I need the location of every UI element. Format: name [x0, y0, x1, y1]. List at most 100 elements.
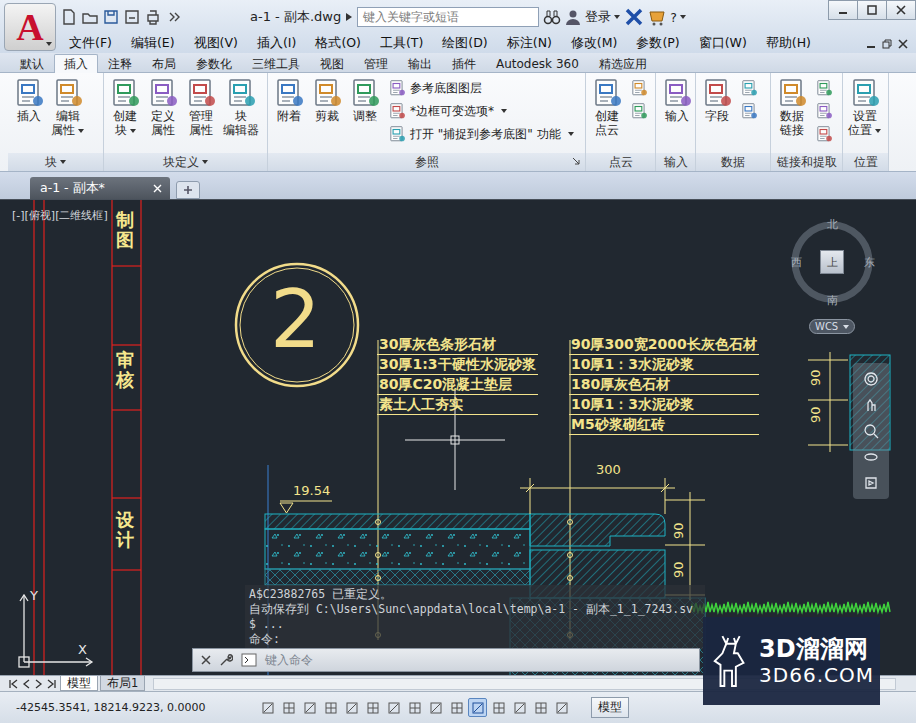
status-toggle[interactable] [531, 698, 550, 717]
ribbon-button[interactable]: 块编辑器 [221, 77, 261, 137]
compass-north[interactable]: 北 [827, 217, 838, 232]
dialog-launcher-icon[interactable] [572, 157, 581, 166]
status-toggle[interactable] [510, 698, 529, 717]
close-tab-icon[interactable] [153, 184, 162, 193]
menu-item[interactable]: 插入(I) [249, 35, 304, 52]
menu-item[interactable]: 文件(F) [61, 35, 120, 52]
compass-south[interactable]: 南 [827, 293, 838, 308]
model-space-button[interactable]: 模型 [591, 697, 629, 718]
app-store-icon[interactable] [648, 8, 666, 26]
ribbon-small-button[interactable] [815, 125, 833, 143]
command-line[interactable]: 键入命令 [192, 648, 700, 672]
compass-east[interactable]: 东 [864, 255, 875, 270]
status-toggle[interactable] [342, 698, 361, 717]
search-arrow-icon[interactable] [345, 12, 353, 22]
layout-nav-icon[interactable] [34, 679, 45, 689]
binoculars-icon[interactable] [543, 9, 561, 25]
ribbon-button[interactable]: 创建块 [107, 77, 143, 137]
exchange-apps-icon[interactable] [624, 8, 644, 26]
status-toggle[interactable] [426, 698, 445, 717]
drawing-canvas[interactable]: [-][俯视][二维线框]制图审核设计230厚灰色条形石材30厚1:3干硬性水泥… [0, 200, 916, 675]
ribbon-tab[interactable]: 参数化 [186, 54, 242, 73]
navigation-tool-icon[interactable] [863, 371, 879, 387]
status-toggle[interactable] [258, 698, 277, 717]
ribbon-small-button[interactable] [740, 79, 758, 97]
layout-nav-icon[interactable] [47, 679, 58, 689]
compass-west[interactable]: 西 [791, 255, 802, 270]
ribbon-small-button[interactable]: 参考底图图层 [388, 79, 574, 97]
ribbon-button[interactable]: 调整 [347, 77, 383, 123]
ribbon-button[interactable]: 编辑属性 [49, 77, 86, 137]
application-menu-button[interactable]: A [4, 3, 56, 51]
doc-minimize-icon[interactable] [866, 39, 876, 49]
ribbon-small-button[interactable]: 打开 "捕捉到参考底图" 功能 [388, 125, 574, 143]
layout-nav-icon[interactable] [8, 679, 19, 689]
minimize-button[interactable] [828, 0, 858, 20]
search-box[interactable]: 键入关键字或短语 [357, 7, 539, 27]
ribbon-tab[interactable]: 注释 [98, 54, 142, 73]
navigation-tool-icon[interactable] [863, 397, 879, 413]
ribbon-button[interactable]: 创建点云 [589, 77, 625, 137]
ribbon-group-title[interactable]: 块定义 [104, 153, 267, 171]
ribbon-small-button[interactable] [630, 79, 648, 97]
ribbon-tab[interactable]: 插入 [54, 54, 98, 73]
layout-tab[interactable]: 布局1 [100, 676, 145, 691]
status-toggle[interactable] [300, 698, 319, 717]
status-toggle[interactable] [405, 698, 424, 717]
ribbon-tab[interactable]: 三维工具 [242, 54, 310, 73]
navigation-tool-icon[interactable] [863, 475, 879, 491]
doc-close-icon[interactable] [898, 39, 908, 49]
layout-tab[interactable]: 模型 [60, 676, 98, 691]
maximize-button[interactable] [857, 0, 887, 20]
ribbon-button[interactable]: 插入 [11, 77, 47, 123]
viewcube-face[interactable]: 上 [820, 250, 844, 274]
document-tab[interactable]: a-1 - 副本* [30, 177, 170, 199]
status-toggle[interactable] [489, 698, 508, 717]
status-toggle[interactable] [447, 698, 466, 717]
ribbon-button[interactable]: 字段 [699, 77, 735, 123]
user-icon[interactable] [565, 9, 581, 25]
ribbon-button[interactable]: 输入 [659, 77, 695, 123]
ribbon-small-button[interactable]: *边框可变选项* [388, 102, 574, 120]
help-button[interactable]: ? [670, 10, 686, 25]
menu-item[interactable]: 绘图(D) [434, 35, 495, 52]
ribbon-tab[interactable]: Autodesk 360 [486, 54, 589, 73]
menu-item[interactable]: 工具(T) [372, 35, 431, 52]
ribbon-tab[interactable]: 布局 [142, 54, 186, 73]
ribbon-button[interactable]: 剪裁 [309, 77, 345, 123]
new-tab-button[interactable] [176, 181, 200, 199]
status-toggle[interactable] [279, 698, 298, 717]
menu-item[interactable]: 视图(V) [186, 35, 246, 52]
ribbon-button[interactable]: 数据链接 [774, 77, 810, 137]
status-toggle[interactable] [384, 698, 403, 717]
ribbon-small-button[interactable] [740, 102, 758, 120]
status-toggle[interactable] [468, 698, 487, 717]
ribbon-tab[interactable]: 默认 [10, 54, 54, 73]
status-toggle[interactable] [552, 698, 571, 717]
navigation-tool-icon[interactable] [863, 449, 879, 465]
ribbon-tab[interactable]: 输出 [398, 54, 442, 73]
menu-item[interactable]: 格式(O) [307, 35, 369, 52]
status-toggle[interactable] [321, 698, 340, 717]
login-button[interactable]: 登录 [585, 9, 620, 26]
ribbon-button[interactable]: 设置位置 [846, 77, 883, 137]
menu-item[interactable]: 修改(M) [563, 35, 626, 52]
close-button[interactable] [886, 0, 916, 20]
status-toggle[interactable] [363, 698, 382, 717]
menu-item[interactable]: 帮助(H) [758, 35, 819, 52]
menu-item[interactable]: 标注(N) [499, 35, 560, 52]
navigation-tool-icon[interactable] [863, 423, 879, 439]
wrench-icon[interactable] [219, 653, 233, 667]
menu-item[interactable]: 窗口(W) [691, 35, 755, 52]
ribbon-button[interactable]: 定义属性 [145, 77, 181, 137]
menu-item[interactable]: 参数(P) [628, 35, 687, 52]
menu-item[interactable]: 编辑(E) [123, 35, 183, 52]
ribbon-small-button[interactable] [630, 102, 648, 120]
ribbon-button[interactable]: 管理属性 [183, 77, 219, 137]
doc-restore-icon[interactable] [882, 39, 892, 49]
ribbon-tab[interactable]: 视图 [310, 54, 354, 73]
ucs-menu[interactable]: WCS [809, 319, 855, 334]
ribbon-small-button[interactable] [815, 102, 833, 120]
ribbon-small-button[interactable] [815, 79, 833, 97]
ribbon-tab[interactable]: 精选应用 [589, 54, 657, 73]
